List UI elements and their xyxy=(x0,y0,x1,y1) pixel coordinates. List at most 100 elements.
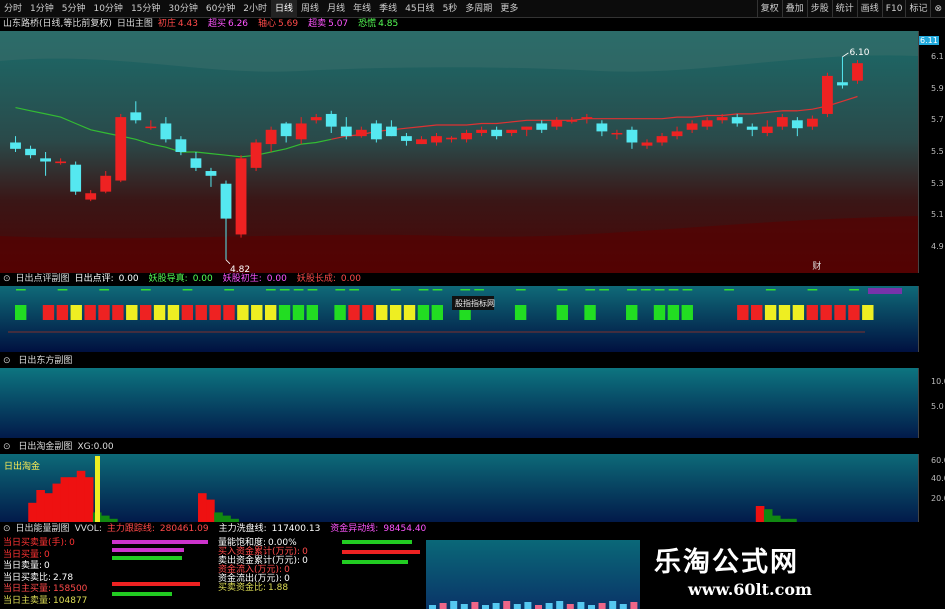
indicator-key: 超买 xyxy=(207,19,226,29)
period-tab[interactable]: 季线 xyxy=(375,0,401,18)
taojin-bar xyxy=(198,493,207,522)
energy-column xyxy=(429,605,436,609)
candle-body xyxy=(416,139,427,145)
candle-body xyxy=(566,120,578,122)
period-tab[interactable]: 2小时 xyxy=(239,0,271,18)
energy-column xyxy=(556,601,564,609)
close-icon[interactable]: ⊗ xyxy=(930,0,945,18)
candle-body xyxy=(130,112,142,121)
candle-body xyxy=(446,137,457,140)
signal-square xyxy=(820,305,832,320)
period-tab[interactable]: 日线 xyxy=(271,0,298,18)
toolbar-button[interactable]: 统计 xyxy=(831,0,857,18)
signal-square xyxy=(348,305,360,320)
taojin-title[interactable]: 日出淘金副图 xyxy=(18,442,72,452)
period-tab[interactable]: 年线 xyxy=(349,0,375,18)
value-num: 280461.09 xyxy=(159,524,209,534)
dongfang-title[interactable]: 日出东方副图 xyxy=(18,356,72,366)
dianping-title[interactable]: 日出点评副图 xyxy=(16,274,70,284)
candle-body xyxy=(100,175,112,192)
period-tab[interactable]: 30分钟 xyxy=(164,0,201,18)
signal-square xyxy=(139,305,152,320)
signal-square xyxy=(98,305,110,320)
energy-column xyxy=(545,603,553,609)
candle-body xyxy=(791,120,803,129)
toolbar-button[interactable]: F10 xyxy=(881,0,906,18)
signal-square xyxy=(848,305,860,320)
signal-square xyxy=(514,305,527,320)
period-tab[interactable]: 1分钟 xyxy=(26,0,58,18)
energy-bar xyxy=(342,540,412,544)
period-toolbar: 分时 1分钟 5分钟 10分钟 15分钟 30分钟 60分钟 2小时 日线 周线 月线 年线 季线 45日… xyxy=(0,0,945,18)
energy-column xyxy=(460,604,468,609)
top-dash xyxy=(16,289,26,291)
dongfang-panel[interactable] xyxy=(0,368,918,438)
signal-square xyxy=(42,305,55,320)
candle-body xyxy=(40,158,52,162)
period-tab[interactable]: 周线 xyxy=(297,0,323,18)
signal-square xyxy=(403,305,416,320)
stock-name: 山东路桥(日线,等比前复权) xyxy=(3,19,112,29)
fin-label: 财 xyxy=(812,260,821,272)
taojin-panel[interactable] xyxy=(0,454,918,522)
period-tab[interactable]: 更多 xyxy=(496,0,522,18)
indicator-num: 4.43 xyxy=(177,19,198,29)
signal-square xyxy=(862,305,874,320)
panel-toggle-icon[interactable]: ⊙ xyxy=(3,524,11,534)
candle-body xyxy=(115,117,127,181)
energy-stat: 当日买卖量(手): 0 xyxy=(3,538,75,549)
nengliang-value: 主力洗盘线: 117400.13 xyxy=(219,524,326,534)
indicator-num: 6.26 xyxy=(227,19,249,29)
candle-body xyxy=(837,82,848,86)
signal-square xyxy=(112,305,124,320)
nengliang-header: ⊙ 日出能量副图 VVOL: 主力跟踪线: 280461.09 主力洗盘线: 117400.… xyxy=(0,523,640,536)
period-tab[interactable]: 多周期 xyxy=(461,0,496,18)
period-tab[interactable]: 45日线 xyxy=(401,0,438,18)
period-tab[interactable]: 月线 xyxy=(323,0,349,18)
energy-stat: 当日主卖量: 104877 xyxy=(3,596,87,607)
toolbar-button[interactable]: 标记 xyxy=(905,0,930,18)
toolbar-button[interactable]: 步股 xyxy=(806,0,832,18)
stat-key: 当日买卖比: xyxy=(3,572,52,583)
taojin-marker xyxy=(95,456,100,522)
stat-value: 0 xyxy=(69,538,75,548)
stat-value: 2.78 xyxy=(53,572,74,583)
signal-square xyxy=(167,305,180,320)
dianping-panel[interactable]: 股指指标网 xyxy=(0,286,918,352)
period-tab[interactable]: 60分钟 xyxy=(202,0,239,18)
taojin-bar xyxy=(36,490,45,522)
indicator-name[interactable]: 日出主图 xyxy=(117,19,153,29)
taojin-bar xyxy=(788,518,797,522)
signal-square xyxy=(764,305,777,320)
period-tab[interactable]: 5分钟 xyxy=(58,0,90,18)
period-tab[interactable]: 15分钟 xyxy=(127,0,164,18)
nengliang-title[interactable]: 日出能量副图 xyxy=(16,524,70,534)
energy-column xyxy=(513,604,521,609)
top-dash xyxy=(557,289,568,291)
nengliang-value: 主力跟踪线: 280461.09 xyxy=(107,524,214,534)
indicator-key: 初庄 xyxy=(157,19,176,29)
stat-key: 买卖资金比: xyxy=(218,583,267,593)
energy-column xyxy=(450,601,458,609)
taojin-bar xyxy=(60,477,70,522)
period-tab[interactable]: 5秒 xyxy=(439,0,462,18)
toolbar-button[interactable]: 复权 xyxy=(756,0,782,18)
nengliang-chart[interactable] xyxy=(426,540,640,609)
candle-body xyxy=(220,183,232,219)
signal-square xyxy=(376,305,388,320)
energy-column xyxy=(630,602,638,609)
period-tab[interactable]: 分时 xyxy=(0,0,26,18)
energy-bar xyxy=(112,592,172,596)
candle-body xyxy=(190,158,202,168)
panel-toggle-icon[interactable]: ⊙ xyxy=(3,274,11,284)
period-tab[interactable]: 10分钟 xyxy=(89,0,126,18)
toolbar-button[interactable]: 叠加 xyxy=(781,0,807,18)
price-chart[interactable]: 6.10 4.82 财 xyxy=(0,31,918,273)
high-label: 6.10 xyxy=(849,48,869,58)
indicator-value: 轴心 5.69 xyxy=(258,19,303,29)
candle-body xyxy=(235,158,247,235)
energy-bar xyxy=(342,550,420,554)
toolbar-button[interactable]: 画线 xyxy=(856,0,882,18)
signal-square xyxy=(209,305,221,320)
energy-stat: 买卖资金比: 1.88 xyxy=(218,583,288,594)
